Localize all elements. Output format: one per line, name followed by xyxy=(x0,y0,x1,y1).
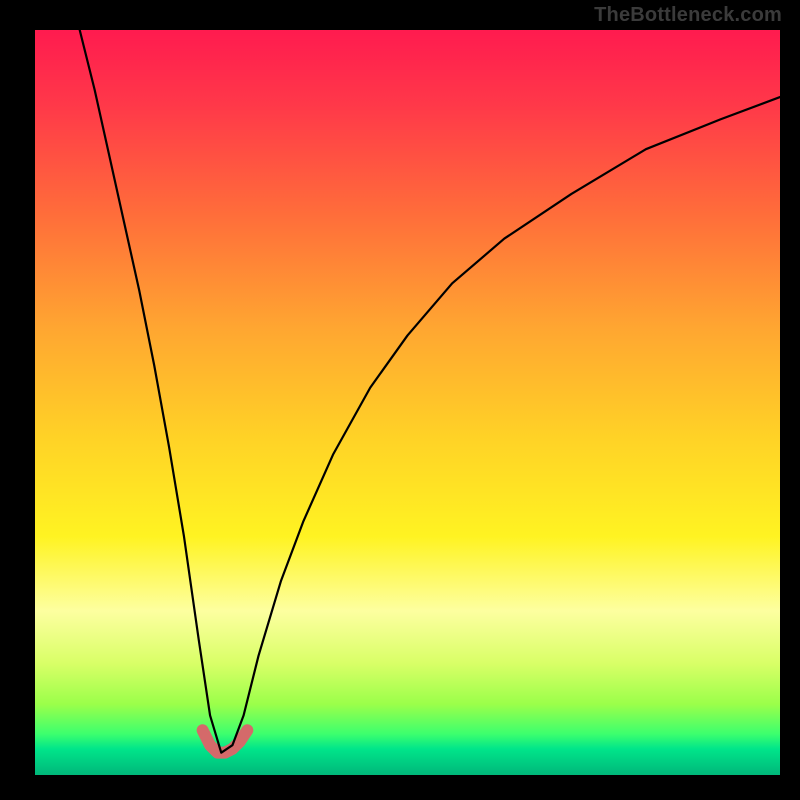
chart-svg xyxy=(35,30,780,775)
watermark-text: TheBottleneck.com xyxy=(594,4,782,27)
chart-frame: TheBottleneck.com xyxy=(0,0,800,800)
plot-area xyxy=(35,30,780,775)
gradient-background xyxy=(35,30,780,775)
